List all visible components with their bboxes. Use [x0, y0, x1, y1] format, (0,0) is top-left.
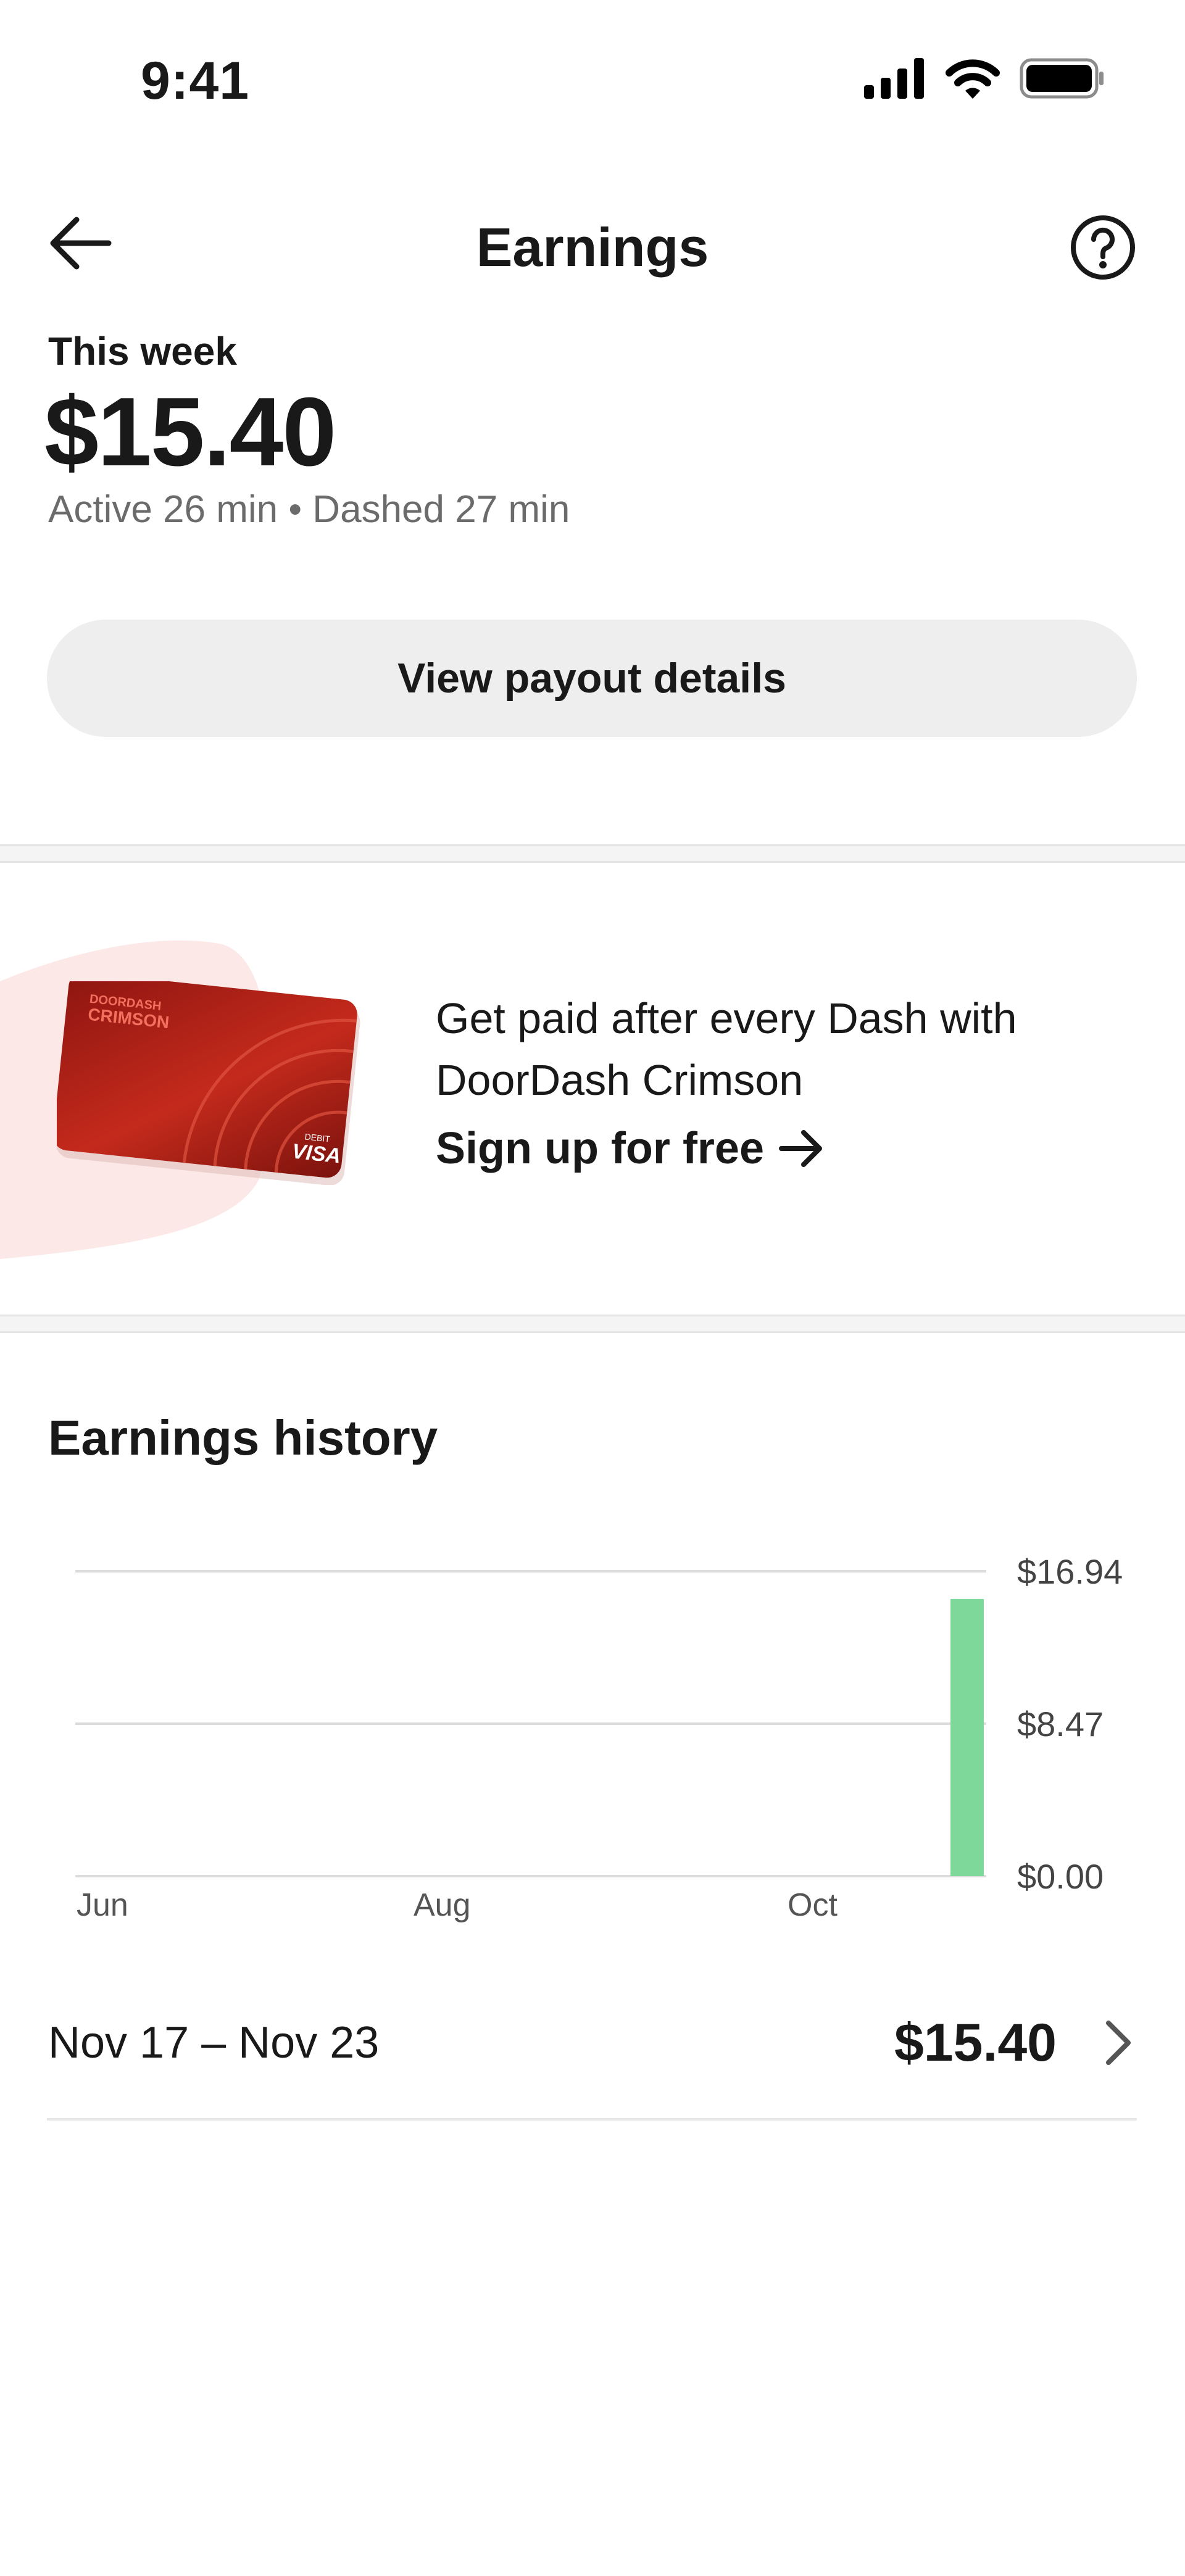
x-axis-tick-label: Oct: [788, 1887, 838, 1923]
earnings-history-chart: $16.94 $8.47 $0.00 Jun Aug Oct: [75, 1552, 1123, 1923]
status-icons: [864, 57, 1105, 100]
weekly-earnings-amount: $15.40: [44, 378, 336, 486]
x-axis-tick-label: Aug: [414, 1887, 471, 1923]
page-title: Earnings: [476, 217, 709, 278]
battery-icon: [1020, 58, 1104, 99]
sign-up-label: Sign up for free: [436, 1124, 765, 1173]
cellular-signal-icon: [864, 58, 924, 99]
section-divider: [0, 844, 1185, 863]
x-axis-tick-label: Jun: [77, 1887, 128, 1923]
y-axis-tick-label: $0.00: [1017, 1857, 1104, 1896]
earnings-week-row[interactable]: Nov 17 – Nov 23 $15.40: [48, 1987, 1137, 2098]
earnings-history-title: Earnings history: [48, 1410, 438, 1465]
y-axis-tick-label: $8.47: [1017, 1705, 1104, 1743]
view-payout-details-button[interactable]: View payout details: [47, 620, 1137, 737]
chart-bar: [950, 1598, 984, 1876]
promo-line-2: DoorDash Crimson: [436, 1056, 804, 1104]
help-icon[interactable]: [1069, 214, 1137, 281]
period-label: This week: [48, 329, 237, 373]
status-time: 9:41: [141, 51, 250, 110]
week-range: Nov 17 – Nov 23: [48, 2018, 380, 2067]
promo-message: Get paid after every Dash with DoorDash …: [436, 987, 1146, 1111]
section-divider: [0, 1315, 1185, 1333]
week-amount: $15.40: [894, 2013, 1057, 2072]
sign-up-link[interactable]: Sign up for free: [436, 1123, 825, 1174]
crimson-debit-card-image: DOORDASH CRIMSON DEBIT VISA: [57, 981, 360, 1185]
promo-line-1: Get paid after every Dash with: [436, 994, 1017, 1042]
y-axis-tick-label: $16.94: [1017, 1552, 1123, 1591]
wifi-icon: [946, 59, 1000, 99]
activity-summary: Active 26 min • Dashed 27 min: [48, 488, 570, 531]
row-divider: [47, 2118, 1137, 2121]
arrow-right-icon: [779, 1130, 823, 1167]
chevron-right-icon: [1106, 2021, 1131, 2065]
